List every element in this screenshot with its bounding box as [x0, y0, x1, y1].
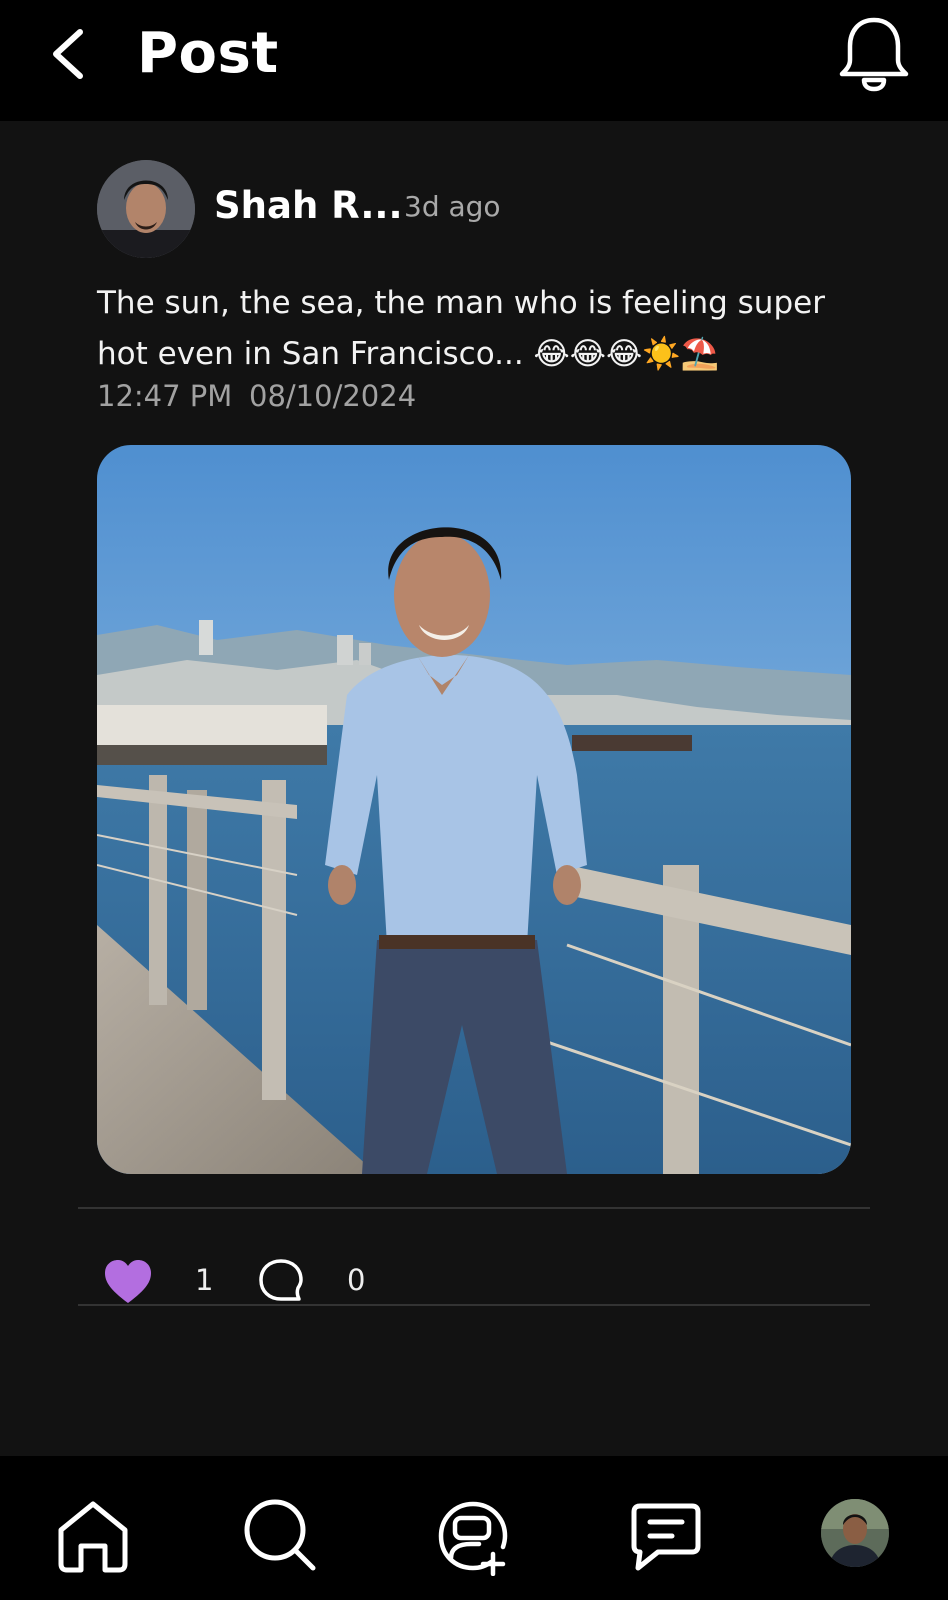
post-photo — [97, 445, 851, 1174]
chevron-left-icon — [53, 29, 83, 79]
nav-home[interactable] — [53, 1496, 133, 1576]
add-chat-icon — [438, 1501, 508, 1577]
divider — [78, 1304, 870, 1306]
post-time: 12:47 PM — [97, 379, 233, 413]
comment-bubble-icon — [259, 1259, 303, 1301]
post-date: 08/10/2024 — [249, 379, 417, 413]
nav-profile-avatar[interactable] — [821, 1499, 889, 1567]
post-time-ago: 3d ago — [404, 190, 501, 223]
page-title: Post — [137, 21, 279, 86]
post-text-line: hot even in San Francisco... 😂😂😂☀️⛱️ — [97, 336, 720, 372]
nav-search[interactable] — [241, 1496, 321, 1576]
author-name[interactable]: Shah R... — [214, 183, 403, 229]
post-text: The sun, the sea, the man who is feeling… — [97, 278, 857, 380]
like-count: 1 — [195, 1263, 214, 1297]
search-icon — [244, 1499, 316, 1571]
like-button[interactable] — [103, 1259, 153, 1305]
notifications-button[interactable] — [832, 12, 916, 96]
heart-icon — [105, 1260, 151, 1303]
nav-create[interactable] — [433, 1496, 513, 1577]
top-bar: Post — [0, 0, 948, 121]
profile-avatar — [821, 1499, 889, 1567]
author-avatar[interactable] — [97, 160, 195, 258]
back-button[interactable] — [44, 22, 100, 86]
post-image[interactable] — [97, 445, 851, 1174]
bottom-navigation — [0, 1456, 948, 1600]
divider — [78, 1207, 870, 1209]
comment-count: 0 — [347, 1263, 366, 1297]
nav-messages[interactable] — [626, 1496, 706, 1576]
bell-icon — [839, 17, 909, 92]
comment-button[interactable] — [257, 1257, 305, 1305]
post-card: Shah R... 3d ago The sun, the sea, the m… — [0, 121, 948, 1456]
message-icon — [631, 1503, 701, 1571]
post-text-line: The sun, the sea, the man who is feeling… — [97, 285, 825, 321]
home-icon — [58, 1501, 128, 1573]
